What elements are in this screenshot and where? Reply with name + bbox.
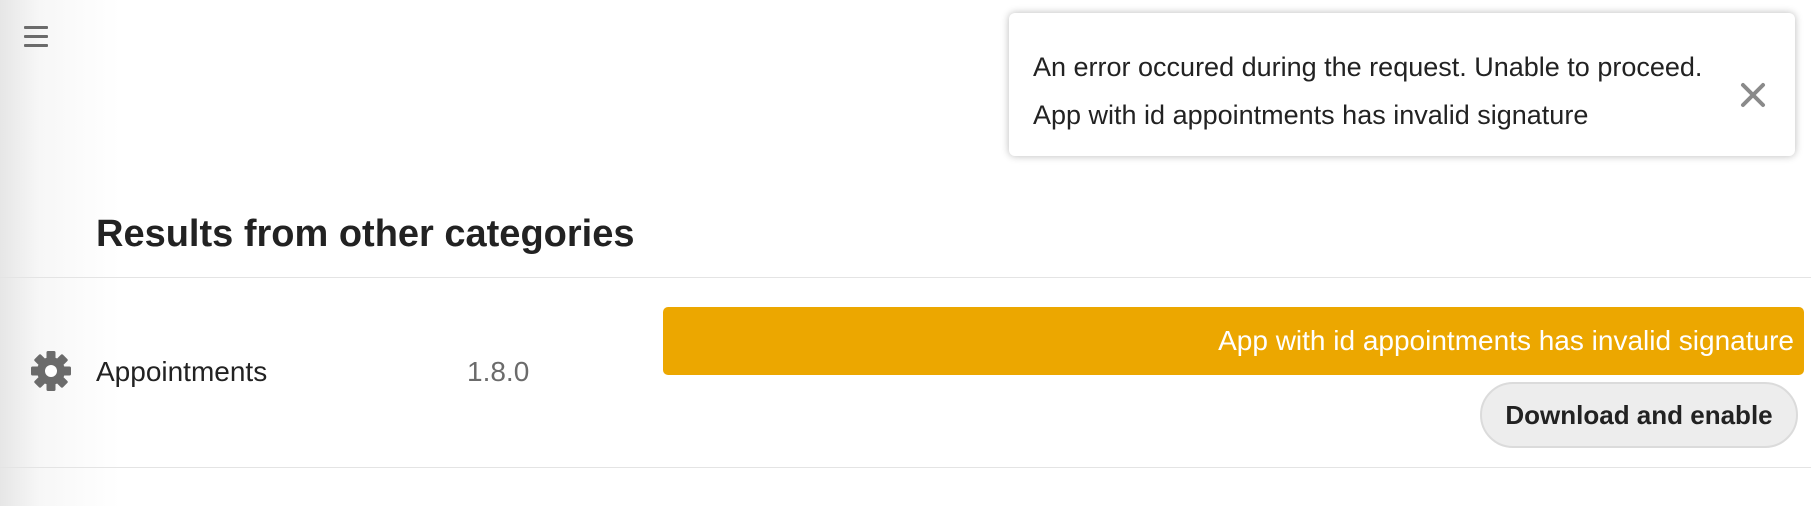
app-name[interactable]: Appointments <box>96 352 267 392</box>
divider <box>0 467 1811 468</box>
menu-bar-bottom <box>24 44 48 47</box>
download-and-enable-button[interactable]: Download and enable <box>1480 382 1798 448</box>
signature-error-banner: App with id appointments has invalid sig… <box>663 307 1804 375</box>
error-toast: An error occured during the request. Una… <box>1009 13 1795 156</box>
app-store-page: An error occured during the request. Una… <box>0 0 1811 506</box>
toast-message: An error occured during the request. Una… <box>1033 52 1703 82</box>
section-title: Results from other categories <box>96 213 635 255</box>
app-version: 1.8.0 <box>467 356 530 387</box>
close-icon[interactable] <box>1739 81 1767 109</box>
hamburger-menu-icon[interactable] <box>22 22 54 54</box>
toast-detail: App with id appointments has invalid sig… <box>1033 100 1589 130</box>
app-row-appointments: Appointments 1.8.0 App with id appointme… <box>0 278 1811 467</box>
gear-icon <box>30 350 72 392</box>
menu-bar-middle <box>24 35 48 38</box>
menu-bar-top <box>24 26 48 29</box>
